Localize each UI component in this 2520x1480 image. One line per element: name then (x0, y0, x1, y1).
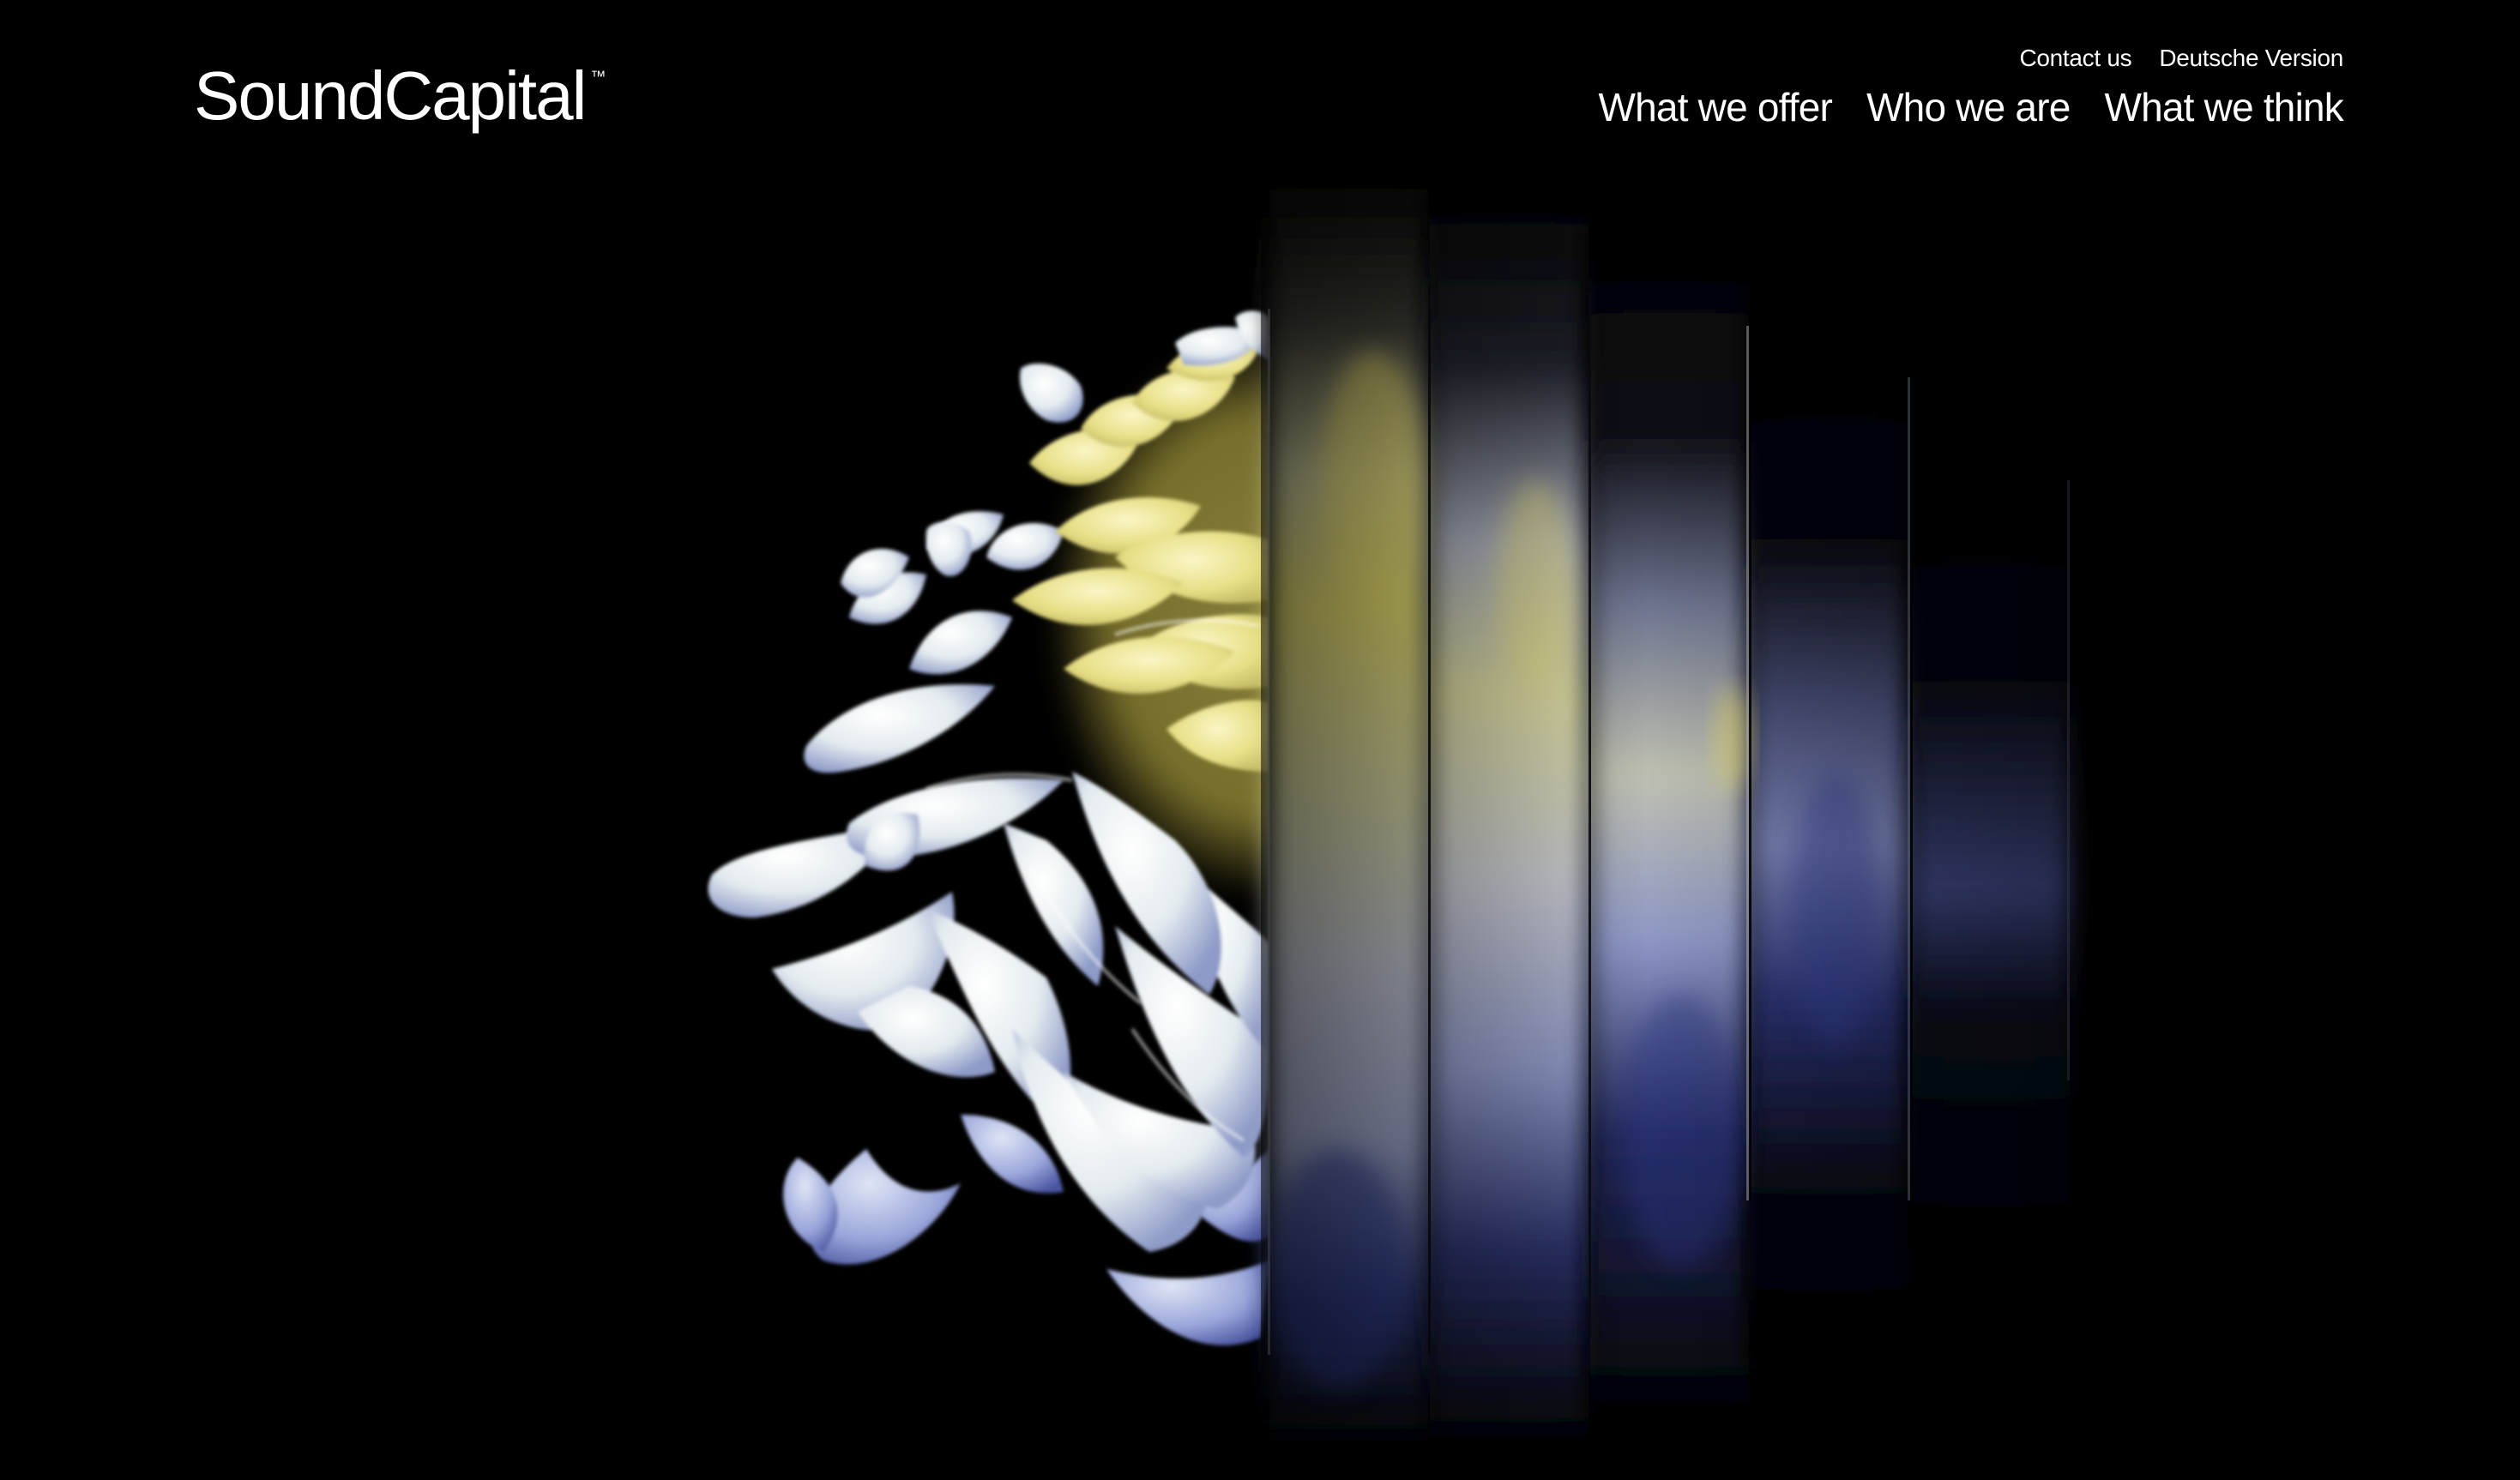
nav-item-what-we-think[interactable]: What we think (2105, 84, 2344, 130)
hero-artwork (0, 0, 2520, 1480)
nav-item-who-we-are[interactable]: Who we are (1866, 84, 2071, 130)
brand-logo[interactable]: SoundCapital ™ (194, 62, 606, 130)
refraction-strips (1261, 0, 2119, 1480)
flower-illustration (708, 0, 2119, 1480)
utility-nav: Contact us Deutsche Version (2019, 45, 2343, 72)
site-header: SoundCapital ™ Contact us Deutsche Versi… (0, 0, 2520, 171)
main-nav: What we offer Who we are What we think (1599, 84, 2344, 130)
nav-item-what-we-offer[interactable]: What we offer (1599, 84, 1833, 130)
brand-logo-text: SoundCapital (194, 57, 587, 134)
language-switch-link[interactable]: Deutsche Version (2159, 45, 2343, 72)
trademark-symbol: ™ (590, 68, 606, 85)
home-page: SoundCapital ™ Contact us Deutsche Versi… (0, 0, 2520, 1480)
contact-us-link[interactable]: Contact us (2019, 45, 2131, 72)
